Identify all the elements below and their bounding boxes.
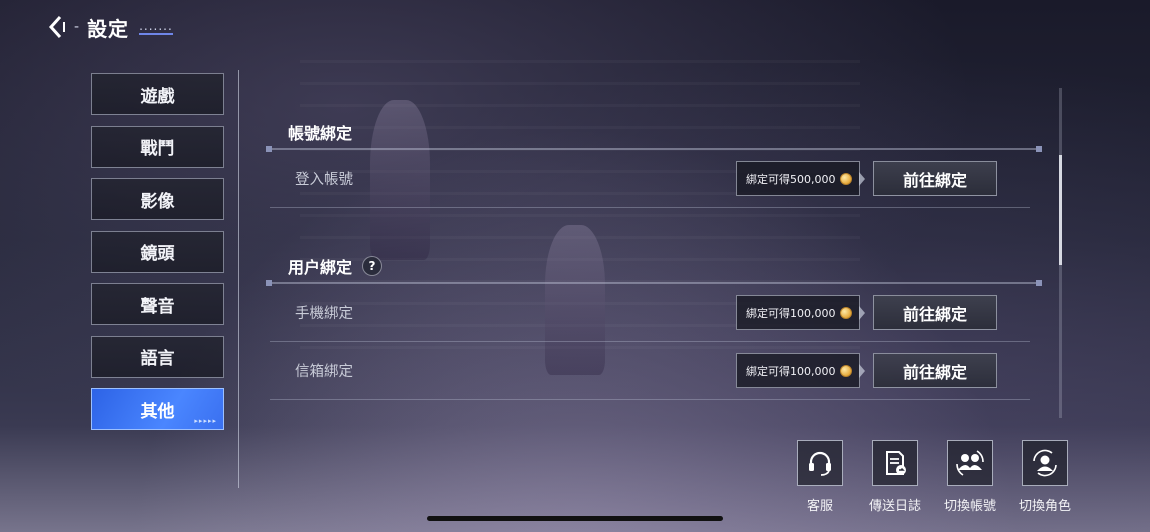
tab-label: 遊戲 bbox=[140, 86, 175, 107]
tab-other[interactable]: 其他 ▸▸▸▸▸ bbox=[91, 388, 224, 430]
coin-icon bbox=[839, 172, 852, 185]
tab-label: 語言 bbox=[140, 349, 175, 369]
tab-label: 戰鬥 bbox=[140, 139, 175, 159]
section-title-user-binding: 用户綁定 ? bbox=[270, 252, 1040, 280]
tab-label: 影像 bbox=[140, 191, 175, 212]
home-indicator[interactable] bbox=[427, 516, 723, 521]
action-button[interactable] bbox=[1022, 440, 1068, 486]
coin-icon bbox=[839, 306, 852, 319]
action-label: 切換角色 bbox=[1019, 499, 1072, 514]
switch-character-icon bbox=[1033, 449, 1057, 477]
setting-row-login-account: 登入帳號 綁定可得500,000 前往綁定 bbox=[270, 150, 1030, 208]
bind-button-login[interactable]: 前往綁定 bbox=[873, 161, 997, 196]
back-button[interactable] bbox=[44, 12, 70, 42]
bind-button-email[interactable]: 前往綁定 bbox=[873, 353, 997, 388]
action-button[interactable] bbox=[872, 440, 918, 486]
bind-button-phone[interactable]: 前往綁定 bbox=[873, 295, 997, 330]
reward-text: 綁定可得500,000 bbox=[746, 172, 836, 186]
scrollbar-thumb[interactable] bbox=[1059, 155, 1062, 265]
tab-language[interactable]: 語言 bbox=[91, 335, 224, 378]
reward-badge: 綁定可得500,000 bbox=[736, 161, 865, 196]
action-label: 切換帳號 bbox=[944, 499, 997, 514]
tab-label: 聲音 bbox=[140, 296, 175, 317]
switch-account-icon bbox=[956, 450, 984, 476]
row-label: 手機綁定 bbox=[295, 306, 353, 322]
action-switch-account[interactable]: 切換帳號 bbox=[944, 440, 997, 514]
reward-badge: 綁定可得100,000 bbox=[736, 295, 865, 330]
row-label: 登入帳號 bbox=[295, 172, 353, 188]
tab-game[interactable]: 遊戲 bbox=[91, 73, 224, 115]
coin-icon bbox=[839, 364, 852, 377]
tab-label: 鏡頭 bbox=[140, 244, 175, 264]
sidebar: 遊戲 戰鬥 影像 鏡頭 聲音 語言 其他 ▸▸▸▸▸ bbox=[91, 73, 224, 441]
sidebar-divider bbox=[238, 70, 239, 488]
bottom-actions: 客服 傳送日誌 切換帳號 切換角色 bbox=[797, 440, 1072, 514]
action-button[interactable] bbox=[797, 440, 843, 486]
reward-badge: 綁定可得100,000 bbox=[736, 353, 865, 388]
reward-text: 綁定可得100,000 bbox=[746, 364, 836, 378]
scrollbar-track[interactable] bbox=[1059, 88, 1062, 418]
settings-content: 帳號綁定 登入帳號 綁定可得500,000 前往綁定 用户綁定 ? 手機綁定 綁… bbox=[266, 118, 1042, 400]
header-dots: ....... bbox=[139, 19, 173, 35]
tab-graphics[interactable]: 影像 bbox=[91, 178, 224, 220]
reward-text: 綁定可得100,000 bbox=[746, 306, 836, 320]
send-log-icon bbox=[886, 451, 906, 475]
section-title-account-binding: 帳號綁定 bbox=[270, 118, 1040, 146]
help-icon[interactable]: ? bbox=[362, 256, 383, 276]
action-button[interactable] bbox=[947, 440, 993, 486]
action-label: 客服 bbox=[806, 499, 833, 514]
header-dash: - bbox=[74, 19, 80, 35]
tab-camera[interactable]: 鏡頭 bbox=[91, 230, 224, 273]
tab-label: 其他 bbox=[140, 401, 175, 422]
section-title-text: 用户綁定 bbox=[288, 258, 353, 277]
headset-icon bbox=[809, 451, 831, 476]
action-label: 傳送日誌 bbox=[869, 499, 922, 514]
header: - 設定 ....... bbox=[44, 10, 173, 44]
tab-battle[interactable]: 戰鬥 bbox=[91, 125, 224, 168]
tab-sound[interactable]: 聲音 bbox=[91, 283, 224, 325]
active-tab-arrows: ▸▸▸▸▸ bbox=[194, 417, 217, 425]
action-customer-service[interactable]: 客服 bbox=[797, 440, 843, 514]
back-arrow-icon bbox=[48, 15, 65, 39]
action-switch-character[interactable]: 切換角色 bbox=[1019, 440, 1072, 514]
setting-row-phone-binding: 手機綁定 綁定可得100,000 前往綁定 bbox=[270, 284, 1030, 342]
section-title-text: 帳號綁定 bbox=[288, 124, 353, 143]
setting-row-email-binding: 信箱綁定 綁定可得100,000 前往綁定 bbox=[270, 342, 1030, 400]
page-title: 設定 bbox=[87, 16, 130, 41]
row-label: 信箱綁定 bbox=[295, 364, 353, 380]
action-send-log[interactable]: 傳送日誌 bbox=[869, 440, 922, 514]
